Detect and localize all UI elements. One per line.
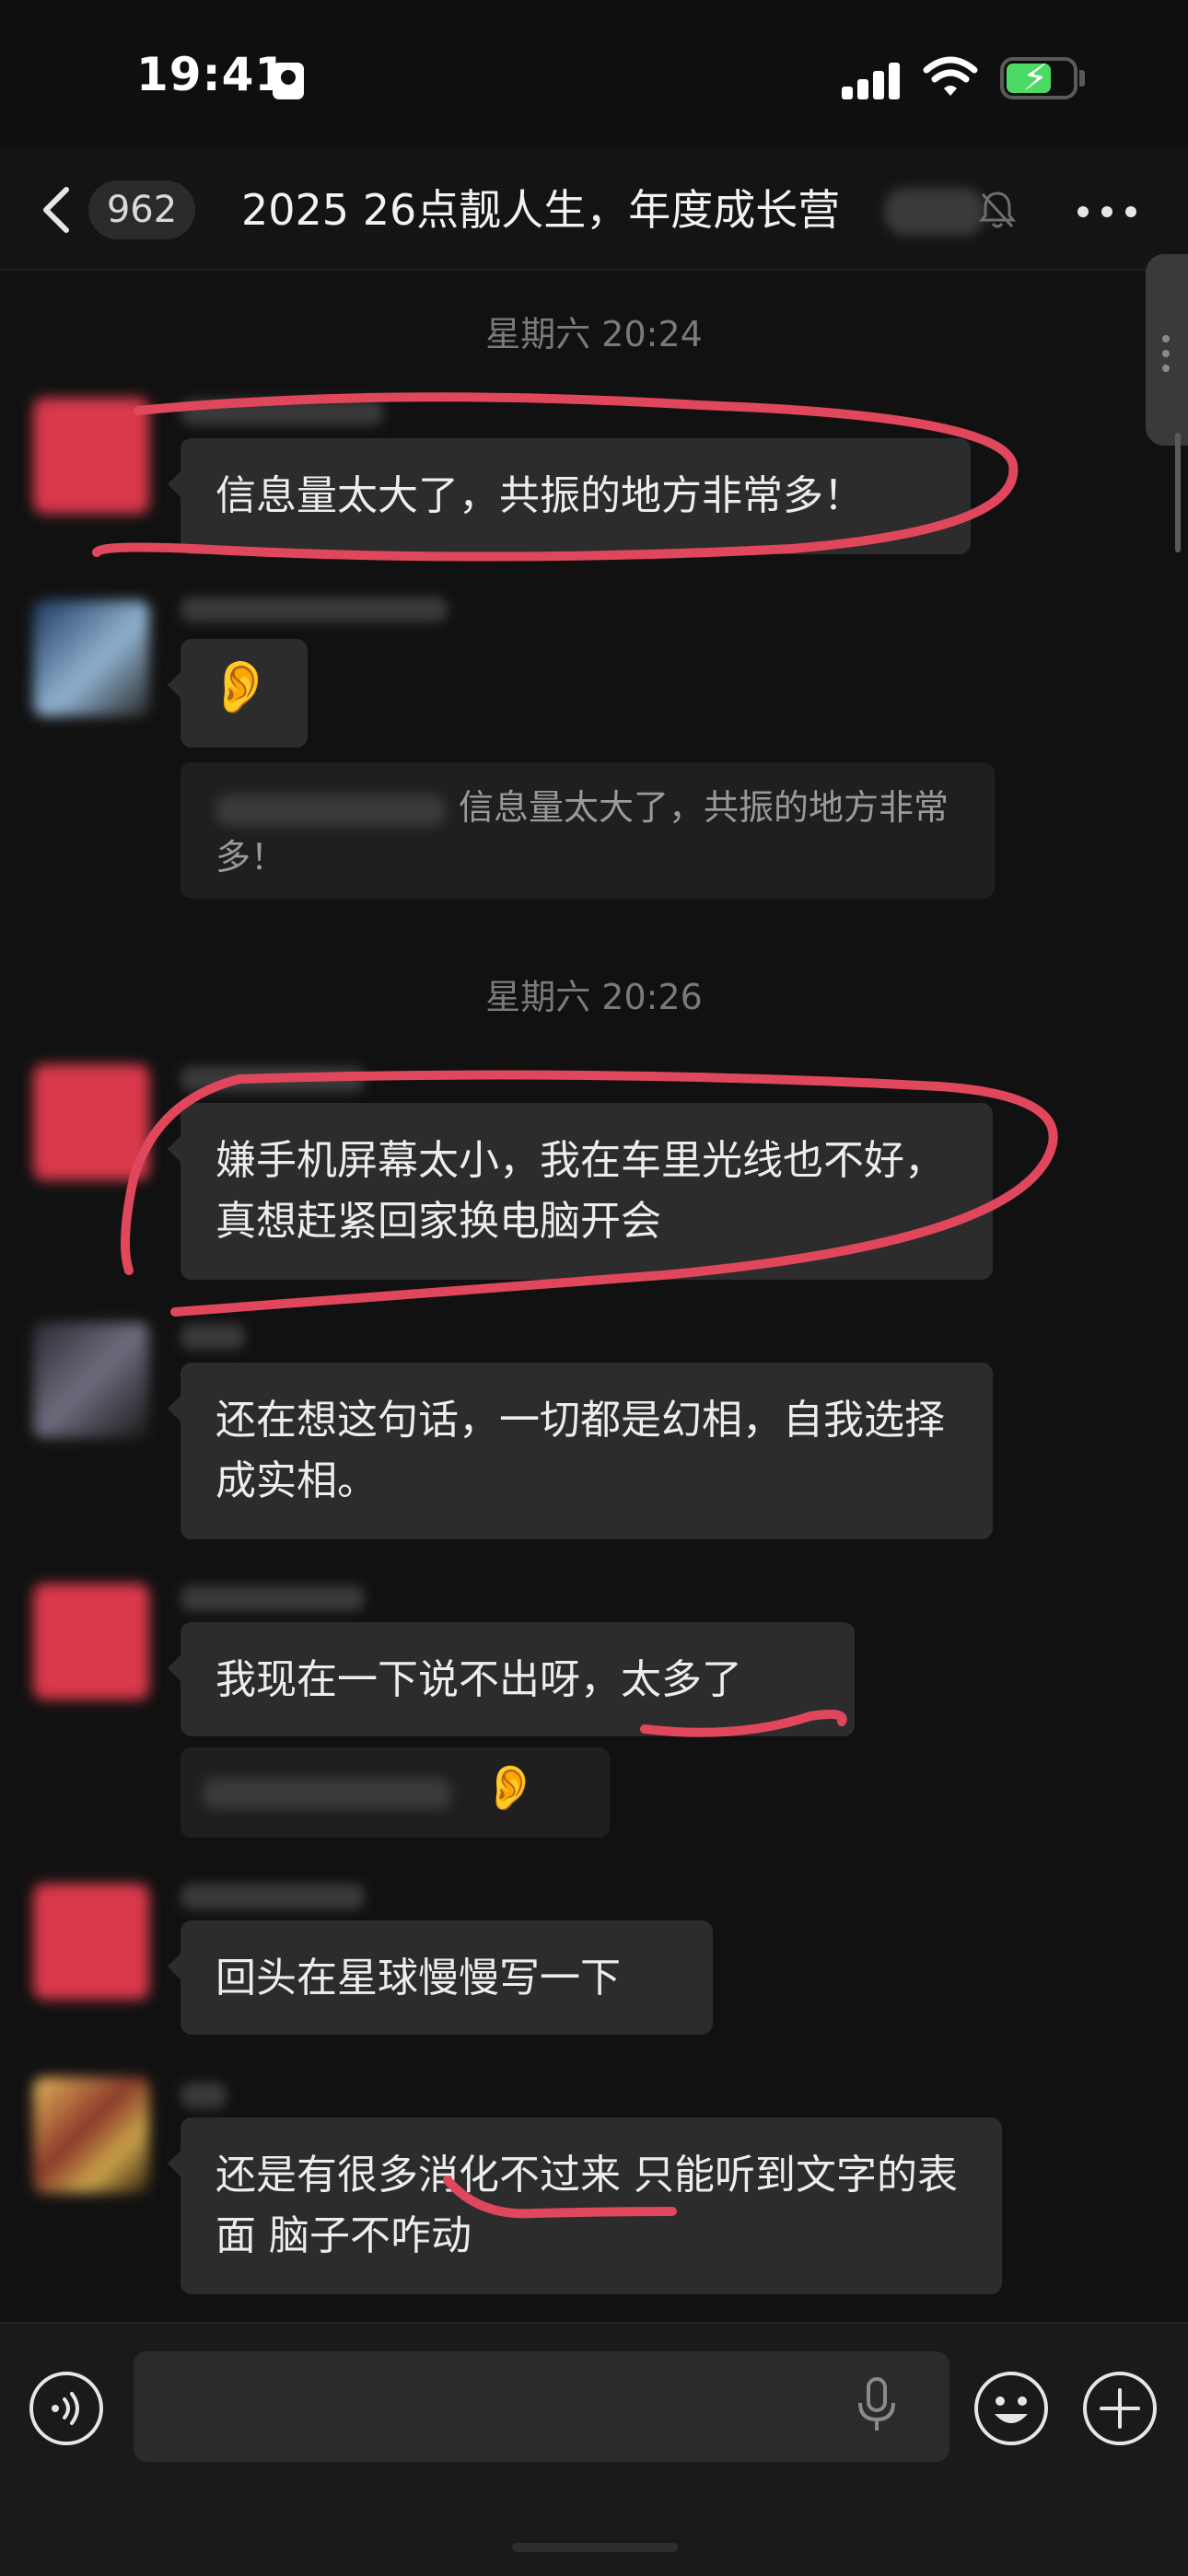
quoted-message[interactable]: 信息量太大了，共振的地方非常多！ xyxy=(181,762,995,899)
quote-sender xyxy=(203,1777,451,1809)
title-blurred-suffix xyxy=(884,188,985,236)
cellular-signal-icon xyxy=(842,59,901,99)
plus-icon[interactable] xyxy=(1081,2370,1159,2447)
message-input[interactable] xyxy=(134,2351,949,2462)
sender-name xyxy=(181,1884,365,1909)
chat-title[interactable]: 2025 26点靓人生，年度成长营 xyxy=(241,180,886,239)
message-bubble[interactable]: 还在想这句话，一切都是幻相，自我选择成实相。 xyxy=(168,1363,993,1539)
chat-header: 962 2025 26点靓人生，年度成长营 xyxy=(0,147,1188,271)
unread-count-badge[interactable]: 962 xyxy=(88,180,195,239)
input-bar xyxy=(0,2322,1188,2576)
message-bubble[interactable]: 回头在星球慢慢写一下 xyxy=(168,1920,713,2035)
avatar[interactable] xyxy=(33,1884,149,2000)
avatar[interactable] xyxy=(33,398,149,514)
sender-name xyxy=(181,1324,245,1350)
ear-emoji: 👂 xyxy=(483,1762,538,1814)
avatar[interactable] xyxy=(33,2077,149,2193)
avatar[interactable] xyxy=(33,1064,149,1180)
scrollbar[interactable] xyxy=(1175,433,1181,552)
ear-emoji: 👂 xyxy=(208,657,273,717)
avatar[interactable] xyxy=(33,1584,149,1700)
avatar[interactable] xyxy=(33,600,149,716)
back-chevron-icon[interactable] xyxy=(39,184,76,236)
status-time: 19:41 xyxy=(136,48,288,101)
wifi-icon xyxy=(923,56,978,96)
home-indicator xyxy=(512,2543,678,2552)
microphone-icon[interactable] xyxy=(856,2377,897,2434)
mute-bell-icon xyxy=(978,191,1017,228)
quote-sender xyxy=(215,794,446,826)
message-bubble[interactable]: 我现在一下说不出呀，太多了 xyxy=(168,1622,855,1736)
more-icon[interactable] xyxy=(1077,206,1142,217)
id-card-icon xyxy=(273,63,304,99)
message-bubble[interactable]: 嫌手机屏幕太小，我在车里光线也不好，真想赶紧回家换电脑开会 xyxy=(168,1103,993,1280)
sender-name xyxy=(181,2083,227,2108)
sender-name xyxy=(181,1585,365,1611)
sender-name xyxy=(181,1066,365,1092)
reaction-quote[interactable]: 👂 xyxy=(181,1747,610,1838)
status-bar: 19:41 ⚡ xyxy=(0,0,1188,147)
timestamp: 星期六 20:24 xyxy=(485,314,703,354)
avatar[interactable] xyxy=(33,1322,149,1438)
message-bubble[interactable]: 信息量太大了，共振的地方非常多！ xyxy=(168,438,971,554)
voice-mode-icon[interactable] xyxy=(28,2370,105,2447)
message-bubble[interactable]: 👂 xyxy=(168,639,308,748)
emoji-icon[interactable] xyxy=(973,2370,1050,2447)
sender-name xyxy=(181,400,383,425)
timestamp: 星期六 20:26 xyxy=(485,977,703,1017)
sender-name xyxy=(181,597,448,622)
message-bubble[interactable]: 还是有很多消化不过来 只能听到文字的表面 脑子不咋动 xyxy=(168,2118,1002,2294)
